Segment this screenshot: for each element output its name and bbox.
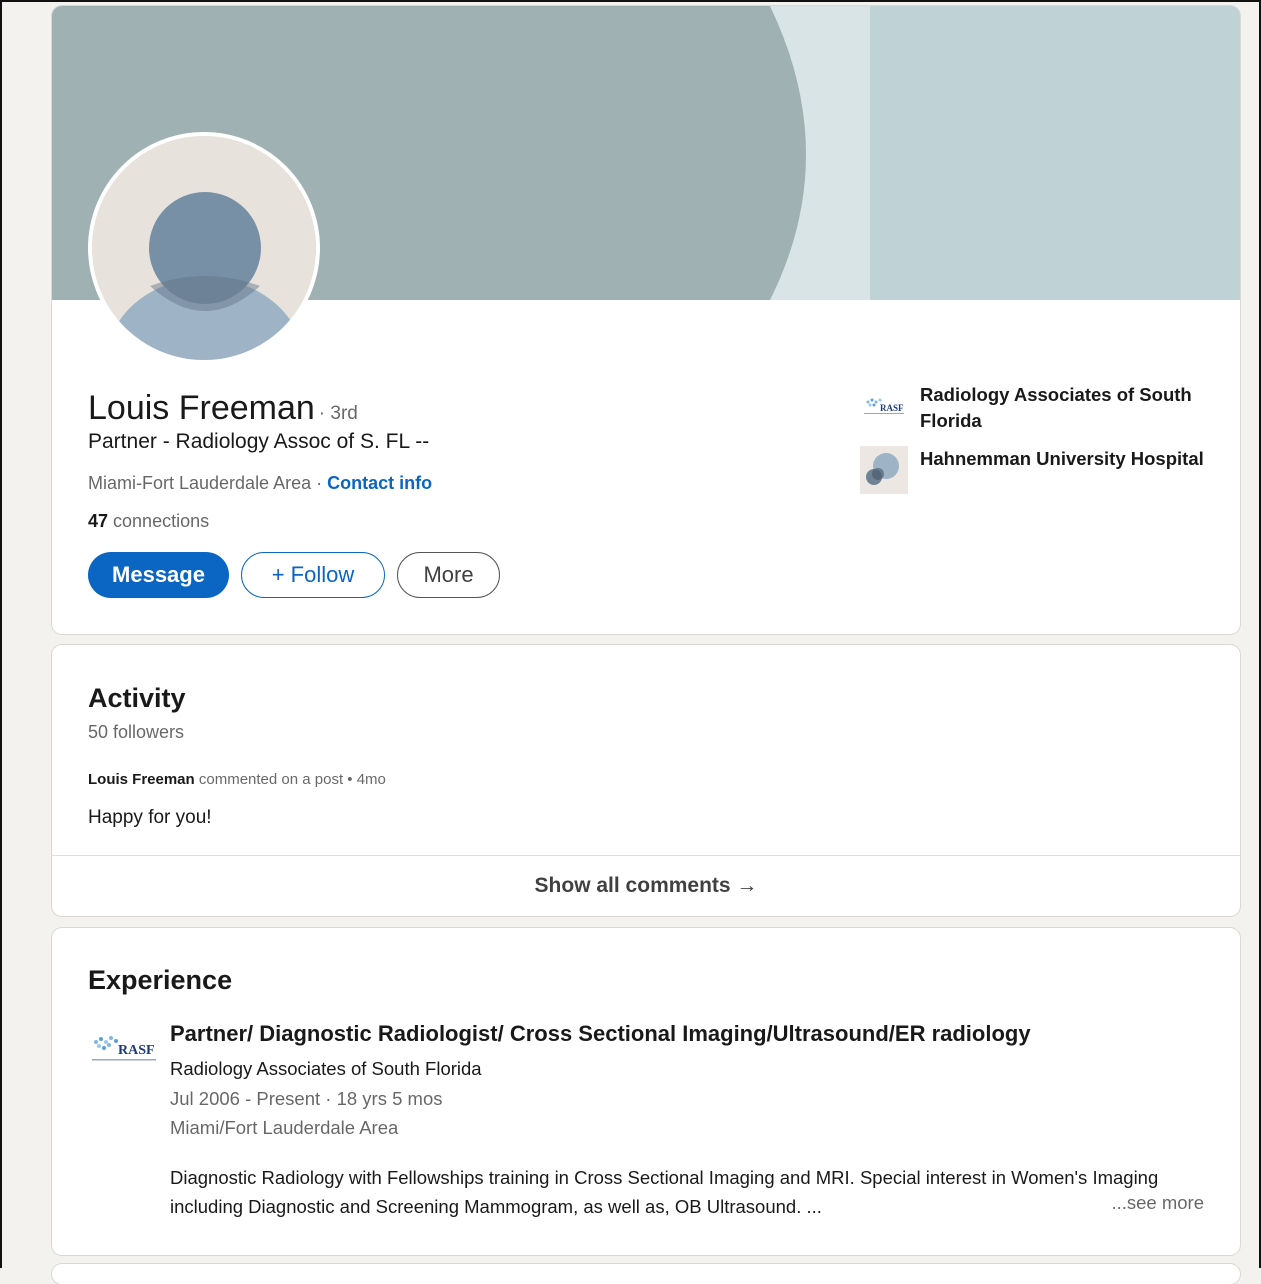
experience-card: Experience RASF Partner/ Diagnostic Radi… [52,928,1240,1255]
experience-description: Diagnostic Radiology with Fellowships tr… [170,1167,1159,1217]
profile-location: Miami-Fort Lauderdale Area [88,473,312,493]
message-button[interactable]: Message [88,552,229,598]
side-org-name: Radiology Associates of South Florida [920,384,1192,431]
hospital-logo-icon [860,446,908,494]
connection-degree: · 3rd [318,403,358,424]
profile-top-card: Louis Freeman · 3rd Partner - Radiology A… [52,6,1240,634]
connections-number: 47 [88,511,109,531]
side-org-education[interactable]: Hahnemman University Hospital [860,446,1220,494]
activity-card: Activity 50 followers Louis Freeman comm… [52,645,1240,916]
location-separator: · [311,473,328,493]
more-button[interactable]: More [397,552,500,598]
followers-count: 50 followers [88,722,185,742]
experience-title: Experience [88,965,233,995]
svg-text:RASF: RASF [880,403,904,413]
profile-name: Louis Freeman · 3rd [88,388,358,434]
next-section-card [52,1264,1240,1284]
rasf-logo-icon: RASF [860,382,908,430]
profile-name-text: Louis Freeman [88,389,315,427]
rasf-logo-text: RASF [118,1043,155,1058]
experience-company: Radiology Associates of South Florida [170,1058,482,1079]
experience-dates: Jul 2006 - Present · 18 yrs 5 mos [170,1088,443,1109]
post-author: Louis Freeman [88,771,195,788]
post-meta[interactable]: Louis Freeman commented on a post • 4mo [88,771,386,788]
comment-text[interactable]: Happy for you! [88,807,212,829]
see-more-button[interactable]: ...see more [1111,1192,1204,1214]
experience-location: Miami/Fort Lauderdale Area [170,1117,399,1138]
connections-count[interactable]: 47 connections [88,511,209,532]
contact-info-link[interactable]: Contact info [327,473,432,493]
experience-role[interactable]: Partner/ Diagnostic Radiologist/ Cross S… [170,1021,1031,1047]
side-org-current-company[interactable]: RASF Radiology Associates of South Flori… [860,382,1220,434]
side-org-name: Hahnemman University Hospital [920,448,1204,469]
follow-button[interactable]: + Follow [241,552,385,598]
avatar-placeholder-icon [92,136,316,360]
show-all-comments-button[interactable]: Show all comments → [52,856,1240,916]
profile-location-row: Miami-Fort Lauderdale Area · Contact inf… [88,473,432,494]
post-action: commented on a post • 4mo [194,771,386,788]
profile-headline: Partner - Radiology Assoc of S. FL -- [88,430,430,453]
profile-avatar[interactable] [88,132,320,364]
rasf-logo-icon[interactable]: RASF [88,1026,160,1074]
connections-label: connections [108,511,210,531]
activity-title: Activity [88,683,186,713]
